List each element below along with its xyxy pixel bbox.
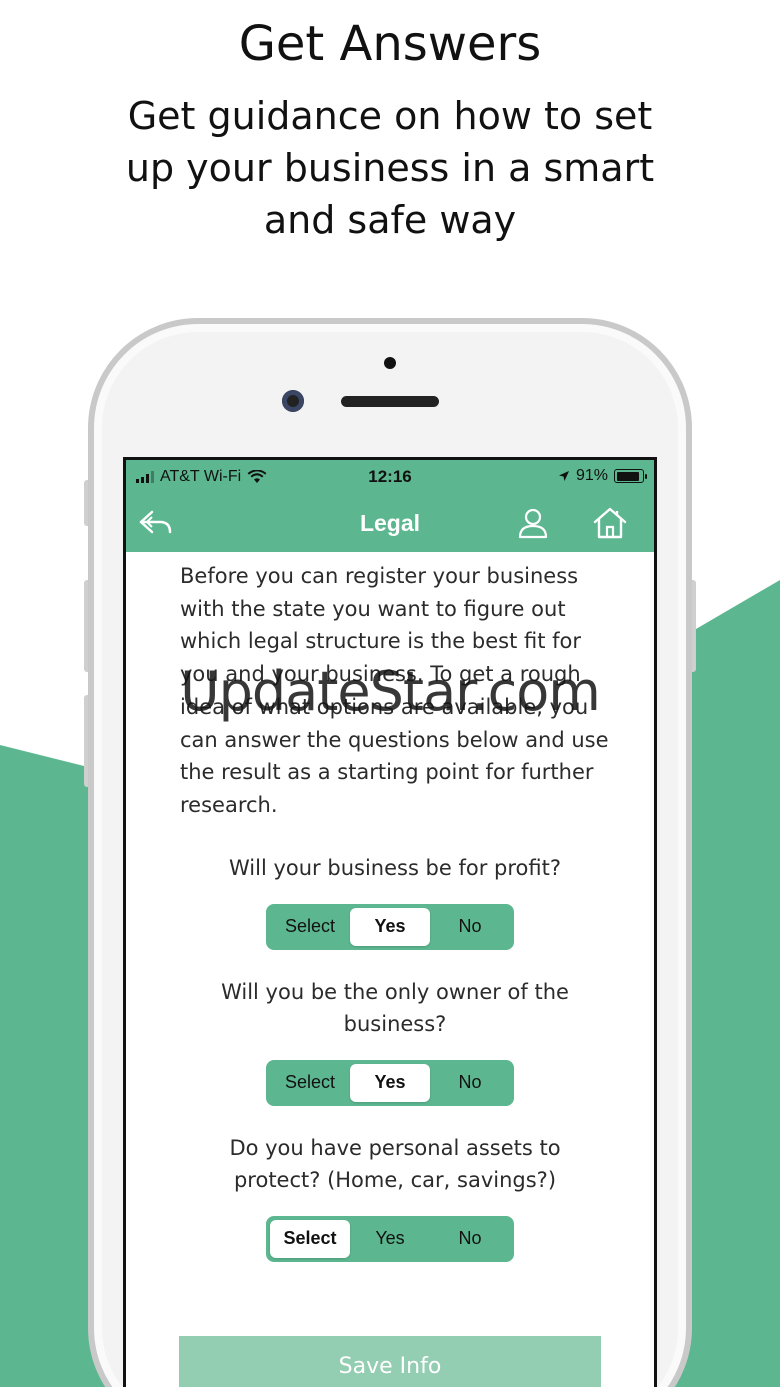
profit-segmented-control[interactable]: Select Yes No bbox=[266, 903, 514, 950]
question-assets: Do you have personal assets to protect? … bbox=[229, 1135, 561, 1192]
promo-subheadline: Get guidance on how to set up your busin… bbox=[125, 94, 655, 242]
status-bar: AT&T Wi-Fi 12:16 91% bbox=[126, 460, 654, 494]
front-camera bbox=[282, 390, 304, 412]
nav-bar: Legal bbox=[126, 494, 654, 552]
profit-option-no[interactable]: No bbox=[430, 908, 510, 946]
location-arrow-icon bbox=[558, 471, 569, 481]
screen-title: Legal bbox=[359, 510, 421, 536]
legal-form: Before you can register your business wi… bbox=[126, 552, 654, 1262]
question-profit: Will your business be for profit? bbox=[228, 855, 561, 880]
owner-segmented-control[interactable]: Select Yes No bbox=[266, 1059, 514, 1106]
proximity-sensor bbox=[384, 357, 396, 369]
assets-option-select[interactable]: Select bbox=[270, 1219, 350, 1258]
save-info-button[interactable]: Save Info bbox=[179, 1336, 601, 1387]
watermark: UpdateStar.com bbox=[180, 660, 601, 723]
assets-option-no[interactable]: No bbox=[430, 1220, 510, 1258]
home-icon[interactable] bbox=[590, 504, 630, 542]
profit-option-yes[interactable]: Yes bbox=[350, 907, 430, 946]
battery-percent: 91% bbox=[575, 467, 608, 484]
profit-option-select[interactable]: Select bbox=[270, 908, 350, 946]
battery-info: 91% bbox=[558, 467, 647, 485]
earpiece-speaker bbox=[341, 396, 439, 407]
user-icon[interactable] bbox=[513, 504, 553, 542]
question-sole-owner: Will you be the only owner of the busine… bbox=[221, 979, 569, 1036]
owner-option-no[interactable]: No bbox=[430, 1064, 510, 1102]
app-screen: AT&T Wi-Fi 12:16 91% Legal Before you ca… bbox=[123, 457, 657, 1387]
battery-icon bbox=[614, 469, 647, 483]
assets-option-yes[interactable]: Yes bbox=[350, 1220, 430, 1258]
assets-segmented-control[interactable]: Select Yes No bbox=[266, 1215, 514, 1262]
promo-headline: Get Answers bbox=[238, 16, 542, 72]
owner-option-select[interactable]: Select bbox=[270, 1064, 350, 1102]
owner-option-yes[interactable]: Yes bbox=[350, 1063, 430, 1102]
promo-header: Get Answers Get guidance on how to set u… bbox=[0, 14, 780, 246]
